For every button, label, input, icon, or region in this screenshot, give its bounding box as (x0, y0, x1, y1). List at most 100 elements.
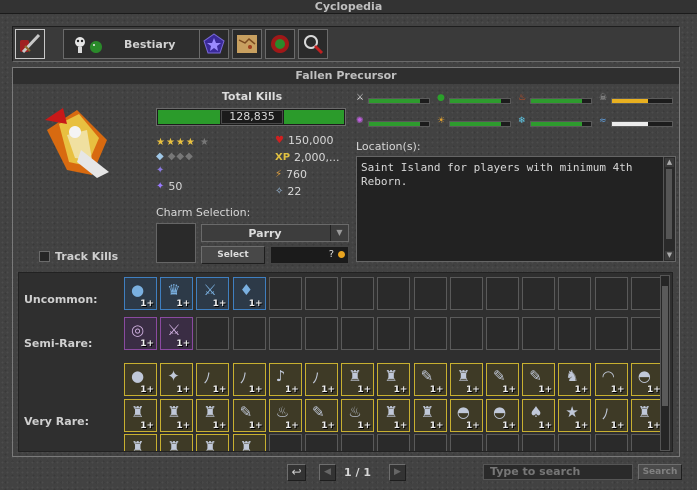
loot-item-icon: ✎ (420, 367, 434, 385)
loot-item-slot[interactable]: ♜1+ (196, 434, 230, 451)
loot-item-slot[interactable]: ♜1+ (232, 434, 266, 451)
loot-count: 1+ (212, 299, 227, 309)
scroll-down-icon[interactable]: ▼ (665, 251, 674, 260)
physical-resistance-bar (368, 98, 430, 104)
loot-item-slot[interactable]: ♜1+ (377, 363, 411, 396)
loot-item-slot[interactable]: ♦ 1+ (232, 277, 266, 310)
loot-item-slot[interactable]: ✎ 1+ (522, 363, 556, 396)
loot-item-slot[interactable]: ✎ 1+ (305, 399, 338, 432)
loot-item-slot[interactable]: ﾉ 1+ (196, 363, 230, 396)
empty-loot-slot (413, 434, 447, 451)
tab-search-item[interactable] (298, 29, 328, 59)
map-icon (237, 35, 257, 53)
loot-item-slot[interactable]: ♞ 1+ (558, 363, 592, 396)
empty-loot-slot (232, 317, 266, 350)
loot-item-slot[interactable]: ● 1+ (124, 277, 157, 310)
empty-loot-slot (341, 434, 375, 451)
back-button[interactable]: ↩ (287, 464, 306, 481)
loot-item-slot[interactable]: ♨ 1+ (268, 399, 302, 432)
track-kills[interactable]: Track Kills (39, 250, 118, 263)
items-tab[interactable] (15, 29, 45, 59)
charm-points: ✦ 50 (156, 180, 182, 193)
locations-scrollbar[interactable]: ▲ ▼ (663, 157, 675, 261)
tab-charms[interactable] (199, 29, 229, 59)
loot-item-slot[interactable]: ◓ 1+ (630, 363, 664, 396)
loot-item-slot[interactable]: ♜1+ (449, 363, 483, 396)
loot-item-slot[interactable]: ✦ 1+ (160, 363, 194, 396)
loot-item-slot[interactable]: ♜1+ (124, 434, 157, 451)
loot-item-slot[interactable]: ◠ 1+ (594, 363, 628, 396)
loot-item-slot[interactable]: ✎ 1+ (232, 399, 266, 432)
loot-item-slot[interactable]: ♜1+ (124, 399, 157, 432)
tab-bestiary[interactable]: Bestiary (63, 29, 209, 59)
loot-scroll-thumb[interactable] (662, 286, 668, 406)
loot-item-slot[interactable]: ♜1+ (413, 399, 447, 432)
total-kills-value: 128,835 (221, 110, 283, 124)
resistance-earth: ● (437, 93, 515, 106)
loot-item-slot[interactable]: ◓ 1+ (486, 399, 519, 432)
loot-item-slot[interactable]: ﾉ 1+ (305, 363, 338, 396)
sword-shield-icon (20, 33, 41, 54)
charm-small-icon: ✦ (156, 165, 165, 176)
loot-item-slot[interactable]: ♠ 1+ (522, 399, 556, 432)
loot-item-slot[interactable]: ♜1+ (160, 434, 194, 451)
loot-item-slot[interactable]: ◎ 1+ (124, 317, 157, 350)
loot-item-slot[interactable]: ♜1+ (196, 399, 230, 432)
loot-item-slot[interactable]: ♪ 1+ (268, 363, 302, 396)
loot-item-icon: ✎ (493, 367, 506, 385)
loot-count: 1+ (321, 421, 335, 431)
track-kills-checkbox[interactable] (39, 251, 50, 262)
next-page-button[interactable]: ▶ (389, 464, 406, 481)
loot-item-slot[interactable]: ♜1+ (377, 399, 411, 432)
search-button[interactable]: Search (638, 464, 682, 480)
loot-item-slot[interactable]: ⚔ 1+ (160, 317, 194, 350)
loot-item-slot[interactable]: ♜1+ (341, 363, 375, 396)
empty-loot-slot (449, 434, 483, 451)
semi-rare-label: Semi-Rare: (24, 337, 93, 350)
creature-panel: Fallen Precursor Total Kills 128,835 ★★★… (12, 67, 680, 457)
loot-count: 1+ (646, 421, 661, 431)
loot-count: 1+ (502, 421, 516, 431)
loot-count: 1+ (140, 339, 154, 349)
search-input[interactable]: Type to search (483, 464, 633, 480)
loot-item-icon: ♜ (420, 403, 435, 421)
loot-item-slot[interactable]: ✎ 1+ (413, 363, 447, 396)
ice-icon: ❄ (518, 116, 526, 126)
locations-text: Saint Island for players with minimum 4t… (361, 161, 633, 188)
loot-item-slot[interactable]: ♜1+ (630, 399, 664, 432)
select-charm-button[interactable]: Select (201, 246, 265, 264)
loot-item-slot[interactable]: ◓ 1+ (449, 399, 483, 432)
previous-page-button[interactable]: ◀ (319, 464, 336, 481)
earth-icon: ● (437, 93, 445, 103)
loot-item-slot[interactable]: ﾉ 1+ (594, 399, 628, 432)
loot-item-icon: ◓ (493, 403, 507, 421)
tab-bosses[interactable] (265, 29, 295, 59)
scroll-thumb[interactable] (666, 169, 672, 239)
holy-resistance-fill (450, 122, 501, 126)
loot-count: 1+ (140, 299, 154, 309)
tab-map[interactable] (232, 29, 262, 59)
speed-value: 760 (286, 168, 308, 181)
fire-resistance-bar (530, 98, 592, 104)
loot-item-slot[interactable]: ♛ 1+ (160, 277, 194, 310)
charm-slot[interactable] (156, 223, 196, 263)
scroll-up-icon[interactable]: ▲ (665, 158, 674, 167)
loot-item-slot[interactable]: ✎ 1+ (486, 363, 519, 396)
loot-item-slot[interactable]: ﾉ 1+ (232, 363, 266, 396)
chevron-down-icon[interactable]: ▼ (330, 225, 348, 241)
charm-dropdown[interactable]: Parry ▼ (201, 224, 349, 242)
loot-scrollbar[interactable] (660, 275, 670, 451)
loot-item-slot[interactable]: ● 1+ (124, 363, 157, 396)
locations-label: Location(s): (356, 140, 421, 153)
loot-item-slot[interactable]: ♨ 1+ (341, 399, 375, 432)
loot-item-slot[interactable]: ♜1+ (160, 399, 194, 432)
locations-box: Saint Island for players with minimum 4t… (356, 156, 676, 262)
loot-count: 1+ (140, 421, 154, 431)
loot-item-slot[interactable]: ⚔ 1+ (196, 277, 230, 310)
loot-count: 1+ (465, 421, 480, 431)
hitpoints-value: 150,000 (287, 134, 334, 147)
loot-item-icon: ★ (565, 403, 579, 421)
empty-loot-slot (341, 277, 375, 310)
empty-loot-slot (305, 434, 338, 451)
loot-item-slot[interactable]: ★ 1+ (558, 399, 592, 432)
